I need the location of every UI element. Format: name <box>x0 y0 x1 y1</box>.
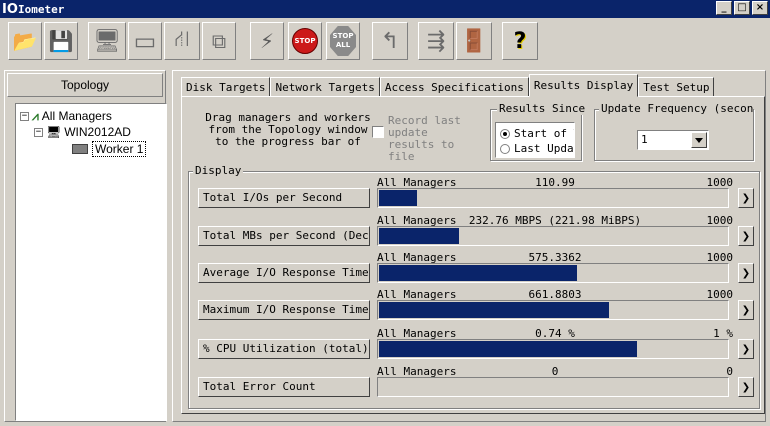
progress-bar-1[interactable] <box>377 188 729 208</box>
duplicate-worker-button[interactable]: ⧉ <box>202 22 236 60</box>
new-manager-button[interactable]: ⇶ <box>418 22 454 60</box>
update-frequency-group: Update Frequency (seconds) 1 <box>594 102 754 161</box>
stop-all-label: STOP ALL <box>332 32 354 49</box>
topology-header: Topology <box>7 73 163 97</box>
record-last-checkbox[interactable] <box>372 126 384 138</box>
tab-results-display[interactable]: Results Display <box>528 74 639 97</box>
computer-icon: 🖥 <box>46 125 62 139</box>
start-tests-icon: ⚡ <box>259 29 275 53</box>
tree-node-worker[interactable]: Worker 1 <box>72 141 147 157</box>
exit-icon: 🚪 <box>460 28 488 54</box>
drag-hint: Drag managers and workers from the Topol… <box>205 112 371 148</box>
metric-arrow-button-2[interactable]: ❯ <box>738 226 754 246</box>
progress-bar-5[interactable] <box>377 339 729 359</box>
dropdown-button[interactable] <box>691 132 707 148</box>
exit-button[interactable]: 🚪 <box>456 22 492 60</box>
all-managers-icon: ⩘ <box>32 108 39 123</box>
collapse-toggle[interactable]: − <box>20 111 29 121</box>
update-frequency-value: 1 <box>641 133 648 146</box>
tree-label: Worker 1 <box>92 141 147 157</box>
progress-fill-3 <box>379 265 577 281</box>
worker-icon <box>72 144 88 154</box>
stop-all-icon: STOP ALL <box>330 26 356 56</box>
minimize-button[interactable]: _ <box>716 1 732 15</box>
progress-bar-4[interactable] <box>377 300 729 320</box>
reset-workers-icon: ↰ <box>380 28 400 54</box>
open-folder-icon: 📂 <box>12 29 38 53</box>
toolbar: 📂 💾 🖥 ▭ ⛙ ⧉ ⚡ STOP STOP ALL ↰ ⇶ 🚪 ? <box>0 18 770 64</box>
stop-button[interactable]: STOP <box>288 22 322 60</box>
metric-arrow-button-3[interactable]: ❯ <box>738 263 754 283</box>
metric-button-5[interactable]: % CPU Utilization (total) <box>198 339 370 359</box>
progress-fill-2 <box>379 228 459 244</box>
metric-button-6[interactable]: Total Error Count <box>198 377 370 397</box>
topology-panel: Topology − ⩘ All Managers − 🖥 WIN2012AD … <box>4 70 167 422</box>
tree-node-manager[interactable]: − 🖥 WIN2012AD <box>34 124 131 140</box>
tab-access-specifications[interactable]: Access Specifications <box>379 77 529 97</box>
new-network-worker-icon: ⛙ <box>174 27 190 52</box>
progress-bar-3[interactable] <box>377 263 729 283</box>
new-manager-icon: ⇶ <box>426 28 446 54</box>
new-disk-worker-icon: ▭ <box>133 27 157 55</box>
reset-workers-button[interactable]: ↰ <box>372 22 408 60</box>
new-network-worker-button[interactable]: ⛙ <box>164 22 200 60</box>
stop-all-button[interactable]: STOP ALL <box>326 22 360 60</box>
progress-bar-6[interactable] <box>377 377 729 397</box>
app-icon: IO <box>2 1 18 17</box>
save-disk-icon: 💾 <box>48 29 74 53</box>
title-bar[interactable]: IO Iometer _ □ × <box>0 0 770 18</box>
results-since-group: Results Since Start of T Last Updat <box>490 102 588 161</box>
radio-button[interactable] <box>500 143 510 154</box>
new-local-worker-icon: 🖥 <box>93 28 121 54</box>
metric-button-1[interactable]: Total I/Os per Second <box>198 188 370 208</box>
metric-arrow-button-4[interactable]: ❯ <box>738 300 754 320</box>
tree-label: All Managers <box>41 109 112 123</box>
new-local-worker-button[interactable]: 🖥 <box>88 22 126 60</box>
help-icon: ? <box>513 28 527 54</box>
radio-start-of-test[interactable]: Start of T <box>500 127 575 140</box>
display-title: Display <box>193 164 244 177</box>
record-last-label: Record last update results to file <box>388 114 461 163</box>
radio-label: Start of T <box>514 127 575 140</box>
stop-icon: STOP <box>292 28 318 54</box>
progress-bar-2[interactable] <box>377 226 729 246</box>
metric-button-4[interactable]: Maximum I/O Response Time (ms) <box>198 300 370 320</box>
save-button[interactable]: 💾 <box>44 22 78 60</box>
update-frequency-select[interactable]: 1 <box>637 130 709 150</box>
tab-strip: Disk Targets Network Targets Access Spec… <box>181 74 715 97</box>
metric-arrow-button-5[interactable]: ❯ <box>738 339 754 359</box>
collapse-toggle[interactable]: − <box>34 127 43 137</box>
tab-test-setup[interactable]: Test Setup <box>638 77 715 97</box>
results-since-options: Start of T Last Updat <box>495 122 575 158</box>
open-button[interactable]: 📂 <box>8 22 42 60</box>
chevron-down-icon <box>695 137 703 143</box>
tree-label: WIN2012AD <box>64 125 131 139</box>
metric-arrow-button-1[interactable]: ❯ <box>738 188 754 208</box>
progress-fill-5 <box>379 341 637 357</box>
close-button[interactable]: × <box>752 1 768 15</box>
radio-last-update[interactable]: Last Updat <box>500 142 575 155</box>
tree-node-all-managers[interactable]: − ⩘ All Managers <box>20 108 112 124</box>
results-since-title: Results Since <box>497 102 588 115</box>
progress-fill-1 <box>379 190 417 206</box>
progress-fill-4 <box>379 302 609 318</box>
radio-button[interactable] <box>500 128 510 139</box>
start-tests-button[interactable]: ⚡ <box>250 22 284 60</box>
tab-network-targets[interactable]: Network Targets <box>270 77 380 97</box>
window-title: Iometer <box>18 2 65 16</box>
topology-tree[interactable]: − ⩘ All Managers − 🖥 WIN2012AD Worker 1 <box>15 103 167 421</box>
help-button[interactable]: ? <box>502 22 538 60</box>
duplicate-worker-icon: ⧉ <box>211 29 227 53</box>
metric-arrow-button-6[interactable]: ❯ <box>738 377 754 397</box>
radio-label: Last Updat <box>514 142 575 155</box>
metric-button-2[interactable]: Total MBs per Second (Decimal) <box>198 226 370 246</box>
stop-label: STOP <box>294 37 316 45</box>
maximize-button[interactable]: □ <box>734 1 750 15</box>
new-disk-worker-button[interactable]: ▭ <box>128 22 162 60</box>
metric-button-3[interactable]: Average I/O Response Time (ms) <box>198 263 370 283</box>
update-frequency-title: Update Frequency (seconds) <box>599 102 753 115</box>
main-panel: Disk Targets Network Targets Access Spec… <box>172 70 766 422</box>
tab-disk-targets[interactable]: Disk Targets <box>181 77 271 97</box>
results-display-page: Drag managers and workers from the Topol… <box>181 96 765 414</box>
